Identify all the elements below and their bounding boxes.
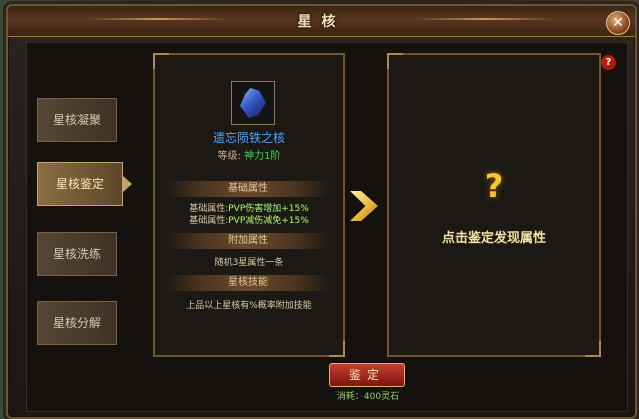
- tab-star-core-refine[interactable]: 星核洗练: [37, 232, 117, 276]
- close-button[interactable]: ✕: [606, 11, 630, 35]
- item-level-label: 等级:: [217, 151, 241, 162]
- titlebar: 星核 ✕: [8, 6, 635, 37]
- extra-attribute: 随机3星属性一条: [214, 258, 284, 268]
- skill-attribute: 上品以上星核有%概率附加技能: [186, 301, 312, 311]
- item-level: 等级: 神力1阶: [155, 147, 343, 162]
- item-name: 遗忘陨铁之核: [212, 131, 285, 145]
- item-slot[interactable]: [231, 81, 275, 125]
- section-extra-attributes: 附加属性: [167, 233, 329, 249]
- tab-star-core-decompose[interactable]: 星核分解: [37, 301, 117, 345]
- attr-value: PVP减伤减免+15%: [228, 216, 309, 226]
- identify-button[interactable]: 鉴定: [329, 363, 405, 387]
- section-base-attributes: 基础属性: [167, 181, 329, 197]
- crystal-icon: [240, 88, 266, 118]
- help-icon[interactable]: ?: [601, 55, 616, 70]
- identify-result-panel: ? 点击鉴定发现属性: [387, 53, 601, 357]
- attr-label: 基础属性:: [189, 216, 229, 226]
- arrow-right-icon: [350, 191, 378, 221]
- tab-star-core-identify[interactable]: 星核鉴定: [37, 162, 132, 206]
- identify-hint: 点击鉴定发现属性: [441, 231, 546, 246]
- cost-text: 消耗：400灵石: [336, 392, 400, 402]
- window-title: 星核: [297, 14, 346, 30]
- content-area: 星核凝聚 星核鉴定 星核洗练 星核分解 遗忘陨铁之核 等级: 神力1阶 基础属性…: [26, 42, 628, 412]
- star-core-window: 星核 ✕ 星核凝聚 星核鉴定 星核洗练 星核分解 遗忘陨铁之核 等级: 神力1阶…: [6, 4, 637, 419]
- item-info-panel: 遗忘陨铁之核 等级: 神力1阶 基础属性 基础属性:PVP伤害增加+15% 基础…: [153, 53, 345, 357]
- base-attribute-2: 基础属性:PVP减伤减免+15%: [155, 213, 343, 226]
- tab-star-core-condense[interactable]: 星核凝聚: [37, 98, 117, 142]
- question-icon: ?: [484, 167, 504, 205]
- item-level-value: 神力1阶: [244, 151, 281, 162]
- title-ornament-right: [415, 18, 555, 20]
- section-star-core-skill: 星核技能: [167, 275, 329, 291]
